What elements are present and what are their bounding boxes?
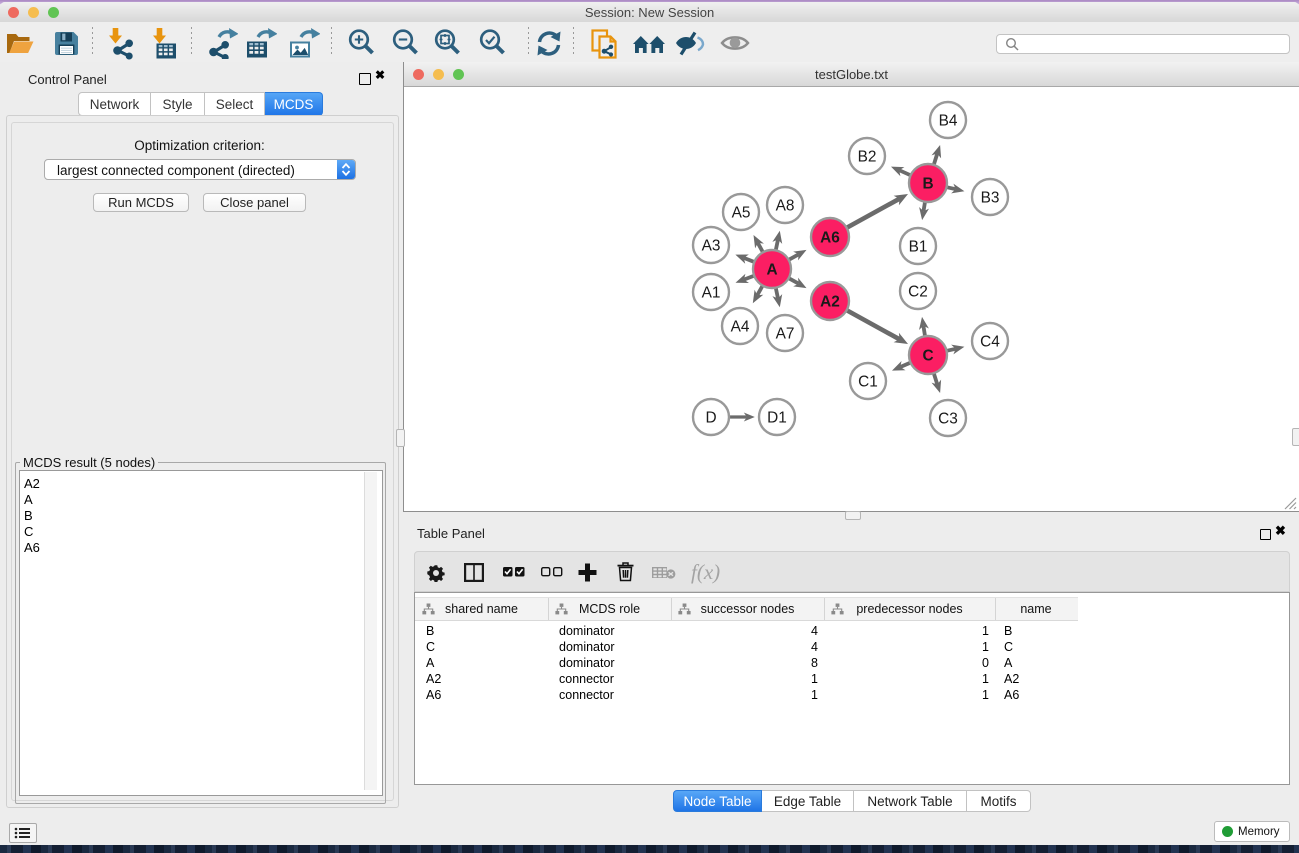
svg-text:A7: A7 — [776, 325, 795, 342]
svg-text:A3: A3 — [702, 237, 721, 254]
svg-text:A8: A8 — [776, 197, 795, 214]
svg-text:C1: C1 — [858, 373, 878, 390]
svg-text:B1: B1 — [909, 238, 928, 255]
svg-text:C2: C2 — [908, 283, 928, 300]
svg-text:C4: C4 — [980, 333, 1000, 350]
svg-text:D1: D1 — [767, 409, 787, 426]
svg-text:B4: B4 — [939, 112, 958, 129]
svg-text:B2: B2 — [858, 148, 877, 165]
svg-text:A4: A4 — [731, 318, 750, 335]
svg-text:A2: A2 — [820, 293, 840, 310]
svg-text:B3: B3 — [981, 189, 1000, 206]
svg-text:A: A — [766, 261, 777, 278]
svg-text:A6: A6 — [820, 229, 840, 246]
svg-text:D: D — [705, 409, 716, 426]
svg-text:A1: A1 — [702, 284, 721, 301]
svg-text:A5: A5 — [732, 204, 751, 221]
svg-text:B: B — [922, 175, 933, 192]
svg-text:C: C — [922, 347, 933, 364]
svg-text:C3: C3 — [938, 410, 958, 427]
